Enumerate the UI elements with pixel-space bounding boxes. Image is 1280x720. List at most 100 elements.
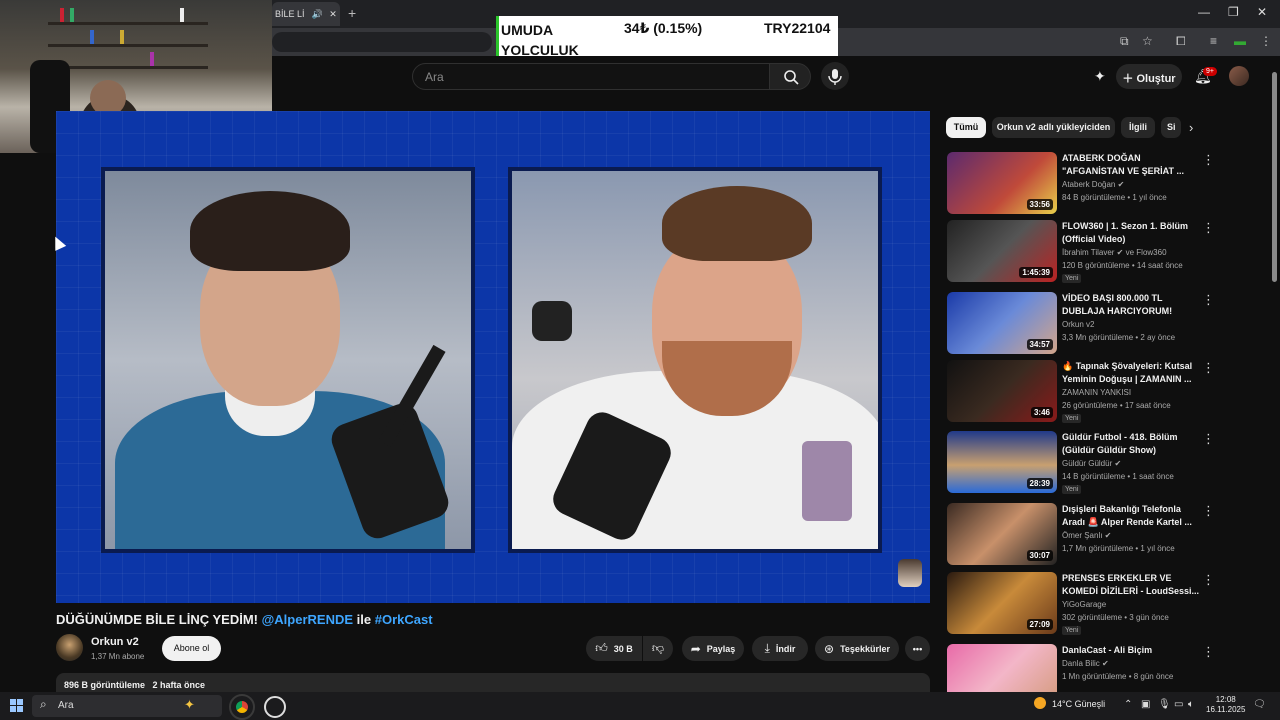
network-icon[interactable]: ▭ (1174, 699, 1183, 710)
related-video[interactable]: 3:46 🔥 Tapınak Şövalyeleri: Kutsal Yemin… (947, 360, 1247, 424)
video-thumbnail[interactable]: 27:09 (947, 572, 1057, 634)
windows-start-icon[interactable] (10, 699, 24, 713)
stock-price: TRY22104 (764, 20, 831, 36)
clock[interactable]: 12:08 16.11.2025 (1206, 695, 1245, 715)
search-button[interactable] (769, 63, 811, 90)
subscribe-button[interactable]: Abone ol (162, 636, 221, 661)
hashtag-link[interactable]: #OrkCast (375, 612, 433, 627)
video-thumbnail[interactable]: 30:07 (947, 503, 1057, 565)
related-video[interactable]: 30:07 Dışişleri Bakanlığı Telefonla Arad… (947, 503, 1247, 567)
chevron-right-icon[interactable]: › (1189, 120, 1193, 135)
channel-avatar[interactable] (56, 634, 83, 661)
kebab-menu-icon[interactable]: ⋮ (1202, 503, 1215, 519)
ai-sparkle-icon[interactable]: ✦ (1094, 68, 1106, 85)
video-thumbnail[interactable]: 33:56 (947, 152, 1057, 214)
chip-all[interactable]: Tümü (946, 117, 986, 138)
channel-name[interactable]: Orkun v2 (91, 636, 139, 648)
new-tab-button[interactable]: + (348, 5, 356, 21)
scrollbar-thumb[interactable] (1272, 72, 1277, 282)
new-badge: Yeni (1062, 274, 1082, 283)
upload-age: 2 hafta önce (152, 680, 206, 690)
microphone-icon[interactable]: 🎙︎ (1158, 699, 1171, 710)
related-channel[interactable]: YiGoGarage (1062, 600, 1106, 609)
related-title[interactable]: FLOW360 | 1. Sezon 1. Bölüm (Official Vi… (1062, 220, 1200, 246)
browser-tab[interactable]: BİLE Lİ 🔊 ✕ (272, 2, 340, 26)
tray-app-icon[interactable]: ▣ (1141, 699, 1150, 710)
chrome-icon[interactable] (229, 694, 255, 720)
kebab-menu-icon[interactable]: ⋮ (1202, 220, 1215, 236)
related-channel[interactable]: Güldür Güldür ✔ (1062, 459, 1121, 468)
video-duration: 27:09 (1026, 619, 1053, 630)
browser-menu-icon[interactable]: ⋮ (1260, 34, 1272, 48)
video-thumbnail[interactable]: 28:39 (947, 431, 1057, 493)
related-channel[interactable]: ZAMANIN YANKISI (1062, 388, 1131, 397)
notifications-icon[interactable]: 🗨︎ (1253, 699, 1266, 710)
kebab-menu-icon[interactable]: ⋮ (1202, 431, 1215, 447)
video-thumbnail[interactable]: 3:46 (947, 360, 1057, 422)
voice-search-button[interactable] (821, 62, 849, 90)
kebab-menu-icon[interactable]: ⋮ (1202, 152, 1215, 168)
kebab-menu-icon[interactable]: ⋮ (1202, 644, 1215, 660)
chip-related[interactable]: İlgili (1121, 117, 1155, 138)
minimize-button[interactable]: — (1198, 5, 1210, 19)
restore-button[interactable]: ❐ (1228, 5, 1239, 19)
user-avatar[interactable] (1229, 66, 1249, 86)
video-title-connector: ile (356, 612, 372, 627)
copilot-sparkle-icon[interactable]: ✦ (184, 697, 195, 713)
related-title[interactable]: 🔥 Tapınak Şövalyeleri: Kutsal Yeminin Do… (1062, 360, 1200, 386)
related-video[interactable]: 28:39 Güldür Futbol - 418. Bölüm (Güldür… (947, 431, 1247, 495)
related-title[interactable]: DanlaCast - Ali Biçim (1062, 644, 1200, 657)
extensions-icon[interactable]: ⧠ (1176, 34, 1186, 49)
related-title[interactable]: VİDEO BAŞI 800.000 TL DUBLAJA HARCIYORUM… (1062, 292, 1200, 318)
close-window-button[interactable]: ✕ (1257, 5, 1267, 19)
related-channel[interactable]: Ataberk Doğan ✔ (1062, 180, 1124, 189)
related-title[interactable]: ATABERK DOĞAN "AFGANİSTAN VE ŞERİAT ... (1062, 152, 1200, 178)
kebab-menu-icon[interactable]: ⋮ (1202, 360, 1215, 376)
tray-chevron-icon[interactable]: ⌃ (1124, 699, 1132, 710)
related-channel[interactable]: İbrahim Tilaver ✔ ve Flow360 (1062, 248, 1167, 257)
volume-icon[interactable]: 🔈︎ (1188, 699, 1194, 710)
related-title[interactable]: Dışişleri Bakanlığı Telefonla Aradı 🚨 Al… (1062, 503, 1200, 529)
obs-icon[interactable] (264, 696, 286, 718)
search-icon: ⌕ (40, 697, 47, 711)
kebab-menu-icon[interactable]: ⋮ (1202, 572, 1215, 588)
new-badge: Yeni (1062, 414, 1082, 423)
channel-watermark (898, 559, 922, 587)
stock-ticker-overlay: UMUDA YOLCULUK 34₺ (0.15%) TRY22104 (496, 16, 838, 58)
like-button[interactable]: 👍︎ 30 B (586, 636, 642, 661)
kebab-menu-icon[interactable]: ⋮ (1202, 292, 1215, 308)
profile-icon[interactable]: ▬ (1234, 34, 1246, 48)
weather-text[interactable]: 14°C Güneşli (1052, 699, 1105, 709)
create-button[interactable]: ＋ Oluştur (1116, 64, 1182, 89)
mention-link[interactable]: @AlperRENDE (262, 612, 353, 627)
related-video[interactable]: 27:09 PRENSES ERKEKLER VE KOMEDİ DİZİLER… (947, 572, 1247, 636)
search-input[interactable]: Ara (412, 63, 770, 90)
related-channel[interactable]: Ömer Şanlı ✔ (1062, 531, 1111, 540)
related-title[interactable]: Güldür Futbol - 418. Bölüm (Güldür Güldü… (1062, 431, 1200, 457)
related-video[interactable]: 34:57 VİDEO BAŞI 800.000 TL DUBLAJA HARC… (947, 292, 1247, 356)
chip-from-uploader[interactable]: Orkun v2 adlı yükleyiciden (992, 117, 1115, 138)
video-thumbnail[interactable]: 1:45:39 (947, 220, 1057, 282)
share-button[interactable]: ➦ Paylaş (682, 636, 744, 661)
address-bar[interactable] (272, 32, 492, 52)
video-frame-left (101, 167, 475, 553)
thanks-button[interactable]: ⊛ Teşekkürler (815, 636, 899, 661)
video-thumbnail[interactable]: 34:57 (947, 292, 1057, 354)
related-video[interactable]: 33:56 ATABERK DOĞAN "AFGANİSTAN VE ŞERİA… (947, 152, 1247, 216)
download-label: İndir (775, 643, 796, 654)
video-player[interactable] (56, 111, 930, 603)
bookmark-star-icon[interactable]: ☆ (1142, 34, 1153, 48)
tab-search-icon[interactable]: ≡ (1210, 34, 1217, 48)
download-button[interactable]: ⤓ İndir (752, 636, 808, 661)
related-channel[interactable]: Orkun v2 (1062, 320, 1094, 329)
dislike-button[interactable]: 👎︎ (643, 636, 673, 661)
chip-truncated[interactable]: Si (1161, 117, 1181, 138)
speaker-icon[interactable]: 🔊 (312, 9, 323, 19)
more-actions-button[interactable]: ••• (905, 636, 930, 661)
related-video[interactable]: 1:45:39 FLOW360 | 1. Sezon 1. Bölüm (Off… (947, 220, 1247, 284)
new-badge: Yeni (1062, 626, 1082, 635)
related-channel[interactable]: Danla Bilic ✔ (1062, 659, 1109, 668)
related-title[interactable]: PRENSES ERKEKLER VE KOMEDİ DİZİLERİ - Lo… (1062, 572, 1200, 598)
close-tab-icon[interactable]: ✕ (329, 9, 337, 19)
cast-icon[interactable]: ⧉ (1120, 34, 1129, 49)
